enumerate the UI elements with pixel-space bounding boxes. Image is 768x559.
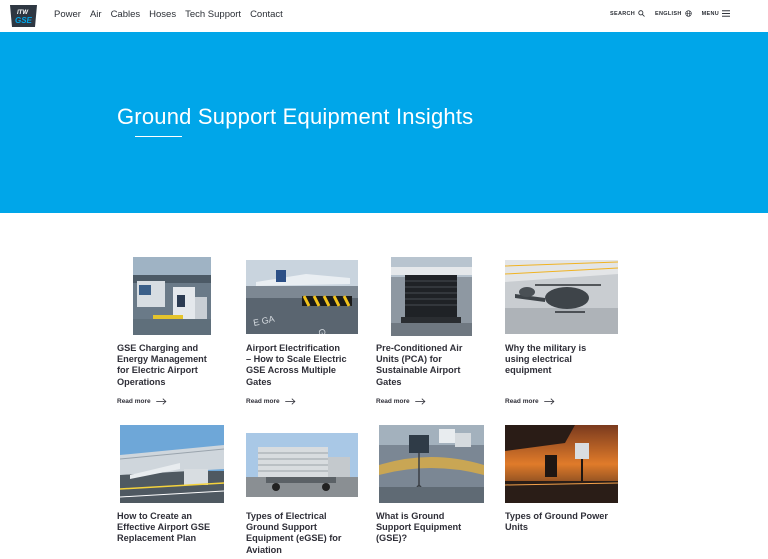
card-7-title[interactable]: What is Ground Support Equipment (GSE)? <box>376 511 494 545</box>
card-3-image[interactable] <box>391 257 472 336</box>
card-1-title[interactable]: GSE Charging and Energy Management for E… <box>117 343 235 388</box>
card-5-title[interactable]: How to Create an Effective Airport GSE R… <box>117 511 235 545</box>
arrow-right-icon <box>414 398 426 405</box>
globe-icon <box>684 10 692 17</box>
card-2-image[interactable]: E GA GR <box>246 260 358 334</box>
nav-hoses[interactable]: Hoses <box>149 9 176 20</box>
search-icon <box>638 10 645 17</box>
card-4-read-more[interactable]: Read more <box>505 398 555 405</box>
nav-air[interactable]: Air <box>90 9 102 20</box>
nav-cables[interactable]: Cables <box>111 9 141 20</box>
card-7-image[interactable] <box>379 425 484 503</box>
card-5-image[interactable] <box>120 425 224 503</box>
card-6-title[interactable]: Types of Electrical Ground Support Equip… <box>246 511 364 556</box>
itw-gse-logo[interactable]: ITW GSE <box>8 4 39 28</box>
arrow-right-icon <box>284 398 296 405</box>
card-2-title[interactable]: Airport Electrification – How to Scale E… <box>246 343 364 388</box>
card-4-title[interactable]: Why the military is using electrical equ… <box>505 343 623 377</box>
page-title: Ground Support Equipment Insights <box>117 104 474 129</box>
language-selector[interactable]: ENGLISH <box>655 10 692 17</box>
header-tools: SEARCH ENGLISH MENU <box>610 10 730 17</box>
read-more-label: Read more <box>505 398 539 405</box>
arrow-right-icon <box>155 398 167 405</box>
search-label: SEARCH <box>610 10 636 17</box>
search-button[interactable]: SEARCH <box>610 10 645 17</box>
logo-text-bottom: GSE <box>15 16 33 25</box>
card-6-image[interactable] <box>246 433 358 497</box>
arrow-right-icon <box>543 398 555 405</box>
hamburger-icon <box>722 10 730 17</box>
card-1-image[interactable] <box>133 257 211 335</box>
read-more-label: Read more <box>117 398 151 405</box>
main-nav: Power Air Cables Hoses Tech Support Cont… <box>54 9 283 20</box>
card-3-read-more[interactable]: Read more <box>376 398 426 405</box>
nav-power[interactable]: Power <box>54 9 81 20</box>
card-8-image[interactable] <box>505 425 618 503</box>
site-header: ITW GSE Power Air Cables Hoses Tech Supp… <box>0 0 768 32</box>
nav-contact[interactable]: Contact <box>250 9 283 20</box>
menu-button[interactable]: MENU <box>702 10 730 17</box>
card-8-title[interactable]: Types of Ground Power Units <box>505 511 623 533</box>
menu-label: MENU <box>701 10 719 17</box>
language-label: ENGLISH <box>655 10 682 17</box>
hero-banner: Ground Support Equipment Insights <box>0 32 768 213</box>
read-more-label: Read more <box>376 398 410 405</box>
card-1-read-more[interactable]: Read more <box>117 398 167 405</box>
card-2-read-more[interactable]: Read more <box>246 398 296 405</box>
title-underline <box>135 136 182 137</box>
card-3-title[interactable]: Pre-Conditioned Air Units (PCA) for Sust… <box>376 343 494 388</box>
nav-tech-support[interactable]: Tech Support <box>185 9 241 20</box>
card-4-image[interactable] <box>505 260 618 334</box>
read-more-label: Read more <box>246 398 280 405</box>
